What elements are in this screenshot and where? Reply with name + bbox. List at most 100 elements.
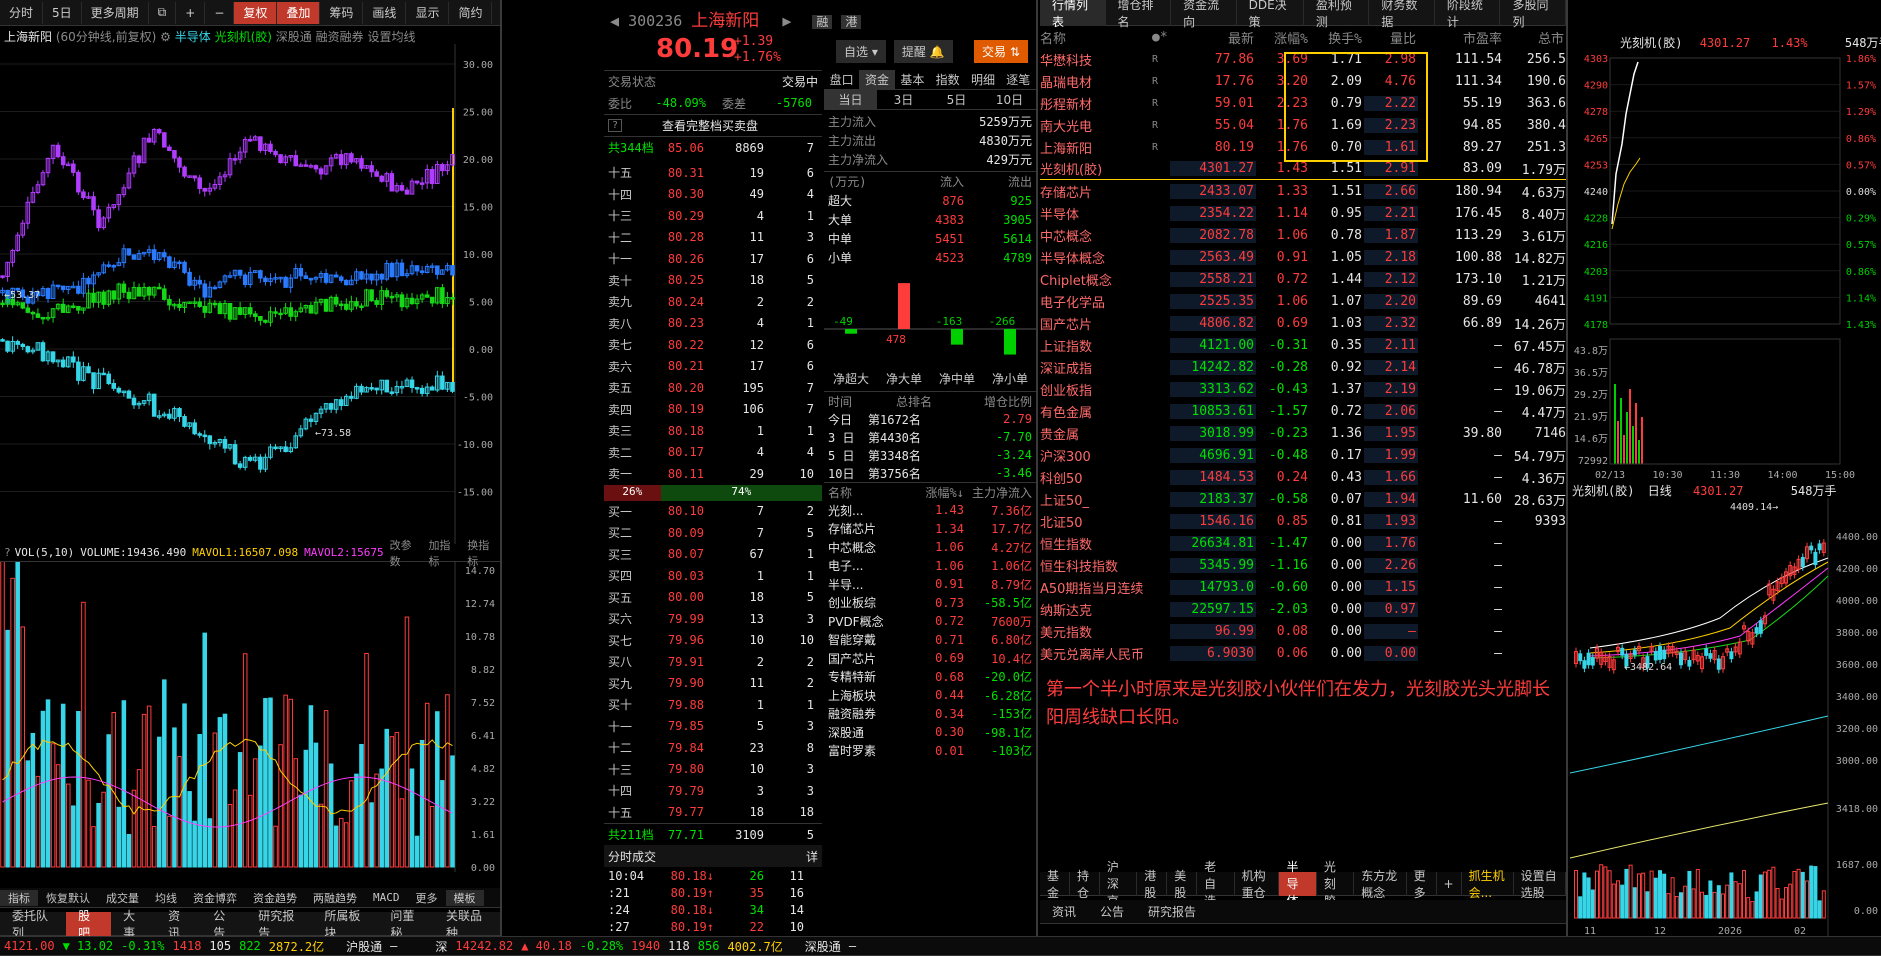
bottom-tab-0[interactable]: 委托队列 bbox=[0, 909, 66, 940]
market-head-0[interactable]: 名称 bbox=[1040, 28, 1152, 47]
market-tab-0[interactable]: 行情列表 bbox=[1040, 0, 1106, 29]
fund-day-2[interactable]: 5日 bbox=[930, 90, 983, 109]
ind-tab-0[interactable]: 指标 bbox=[0, 889, 38, 906]
market-info-tab-2[interactable]: 研究报告 bbox=[1136, 900, 1208, 924]
display-button[interactable]: 显示 bbox=[406, 1, 450, 24]
book-row[interactable]: 十一 80.26 17 6 bbox=[604, 248, 822, 270]
ind-tab-6[interactable]: 两融趋势 bbox=[305, 890, 365, 906]
market-row[interactable]: 中芯概念 2082.78 1.06 0.78 1.87 113.29 3.61万 bbox=[1040, 224, 1566, 246]
book-row[interactable]: 十二 79.84 23 8 bbox=[604, 737, 822, 759]
ind-tab-4[interactable]: 资金博弈 bbox=[185, 890, 245, 906]
full-book-link[interactable]: ? 查看完整档买卖盘 bbox=[604, 114, 822, 136]
link-margin[interactable]: 融资融券 bbox=[316, 30, 364, 44]
bottom-tab-4[interactable]: 公告 bbox=[201, 909, 246, 940]
market-tab-3[interactable]: DDE决策 bbox=[1237, 0, 1304, 29]
fund-tab-0[interactable]: 盘口 bbox=[824, 70, 859, 89]
ind-tab-1[interactable]: 恢复默认 bbox=[38, 890, 98, 906]
ind-tab-9[interactable]: 模板 bbox=[445, 889, 484, 906]
market-row[interactable]: 沪深300 4696.91 -0.48 0.17 1.99 — 54.79万 bbox=[1040, 444, 1566, 466]
link-sgt[interactable]: 深股通 bbox=[276, 30, 312, 44]
book-row[interactable]: 买十 79.88 1 1 bbox=[604, 694, 822, 716]
market-bottom-tab-7[interactable]: 半导体 bbox=[1279, 860, 1317, 908]
market-bottom-tab-12[interactable]: 抓生机会... bbox=[1462, 869, 1514, 900]
book-row[interactable]: 卖九 80.24 2 2 bbox=[604, 291, 822, 313]
fund-tab-1[interactable]: 资金 bbox=[859, 70, 895, 89]
market-tab-5[interactable]: 财务数据 bbox=[1369, 0, 1435, 29]
sector-row[interactable]: 存储芯片 1.34 17.7亿 bbox=[824, 520, 1036, 539]
sector-row[interactable]: 深股通 0.30 -98.1亿 bbox=[824, 723, 1036, 742]
market-row[interactable]: 上证50_ 2183.37 -0.58 0.07 1.94 11.60 28.63万 bbox=[1040, 488, 1566, 510]
sector-row[interactable]: 创业板综 0.73 -58.5亿 bbox=[824, 594, 1036, 613]
book-row[interactable]: 买二 80.09 7 5 bbox=[604, 522, 822, 544]
market-head-3[interactable]: 涨幅% bbox=[1256, 28, 1310, 47]
sector-row[interactable]: 上海板块 0.44 -6.28亿 bbox=[824, 686, 1036, 705]
fund-day-1[interactable]: 3日 bbox=[877, 90, 930, 109]
minus-icon[interactable]: − bbox=[205, 1, 235, 24]
market-bottom-tab-0[interactable]: 基金 bbox=[1040, 869, 1070, 900]
book-row[interactable]: 十三 80.29 4 1 bbox=[604, 205, 822, 227]
market-row[interactable]: 南大光电 R 55.04 1.76 1.69 2.23 94.85 380.4 bbox=[1040, 114, 1566, 136]
market-info-tab-1[interactable]: 公告 bbox=[1088, 900, 1136, 924]
sector-head[interactable]: 主力净流入 bbox=[964, 484, 1032, 501]
fuquan-button[interactable]: 复权 bbox=[234, 1, 278, 24]
overlay-semiconductor[interactable]: 半导体 bbox=[175, 30, 211, 44]
market-head-1[interactable]: ●* bbox=[1152, 30, 1170, 45]
book-row[interactable]: 买九 79.90 11 2 bbox=[604, 673, 822, 695]
market-head-6[interactable]: 市盈率 bbox=[1418, 28, 1504, 47]
overlay-button[interactable]: 叠加 bbox=[277, 1, 321, 24]
bottom-tab-5[interactable]: 研究报告 bbox=[246, 909, 312, 940]
book-row[interactable]: 十一 79.85 5 3 bbox=[604, 716, 822, 738]
sector-head[interactable]: 名称 bbox=[828, 484, 896, 501]
book-row[interactable]: 买六 79.99 13 3 bbox=[604, 608, 822, 630]
book-row[interactable]: 买八 79.91 2 2 bbox=[604, 651, 822, 673]
sector-head[interactable]: 涨幅%↓ bbox=[896, 484, 964, 501]
bottom-tab-7[interactable]: 问董秘 bbox=[378, 909, 434, 940]
market-row[interactable]: 晶瑞电材 R 17.76 3.20 2.09 4.76 111.34 190.6 bbox=[1040, 70, 1566, 92]
market-tab-6[interactable]: 阶段统计 bbox=[1435, 0, 1501, 29]
tab-5day[interactable]: 5日 bbox=[43, 1, 82, 24]
book-row[interactable]: 十四 79.79 3 3 bbox=[604, 780, 822, 802]
market-row[interactable]: A50期指当月连续 14793.0 -0.60 0.00 1.15 — bbox=[1040, 576, 1566, 598]
draw-line-button[interactable]: 画线 bbox=[363, 1, 407, 24]
market-row[interactable]: 深证成指 14242.82 -0.28 0.92 2.14 — 46.78万 bbox=[1040, 356, 1566, 378]
book-row[interactable]: 卖二 80.17 4 4 bbox=[604, 442, 822, 464]
market-row[interactable]: 存储芯片 2433.07 1.33 1.51 2.66 180.94 4.63万 bbox=[1040, 180, 1566, 202]
hide-button[interactable]: 隐藏 bbox=[492, 2, 500, 24]
market-bottom-tab-13[interactable]: 设置自选股 bbox=[1514, 869, 1566, 900]
bottom-tab-1[interactable]: 股吧 bbox=[66, 909, 112, 940]
market-bottom-tab-6[interactable]: 机构重仓 bbox=[1235, 869, 1280, 900]
daily-kline-chart[interactable]: 4400.00 4200.00 4000.00 3800.00 3600.00 3400.… bbox=[1570, 498, 1881, 936]
next-stock-icon[interactable]: ▶ bbox=[782, 12, 791, 30]
market-row[interactable]: 美元兑离岸人民币 6.9030 0.06 0.00 0.00 — bbox=[1040, 642, 1566, 664]
sector-row[interactable]: 国产芯片 0.69 10.4亿 bbox=[824, 649, 1036, 668]
book-row[interactable]: 卖七 80.22 12 6 bbox=[604, 334, 822, 356]
market-row[interactable]: 半导体概念 2563.49 0.91 1.05 2.18 100.88 14.82万 bbox=[1040, 246, 1566, 268]
prev-stock-icon[interactable]: ◀ bbox=[610, 12, 619, 30]
sector-row[interactable]: 智能穿戴 0.71 6.80亿 bbox=[824, 631, 1036, 650]
book-row[interactable]: 卖八 80.23 4 1 bbox=[604, 313, 822, 335]
trade-button[interactable]: 交易 ⇅ bbox=[974, 40, 1028, 63]
book-row[interactable]: 卖一 80.11 29 10 bbox=[604, 463, 822, 485]
market-row[interactable]: 国产芯片 4806.82 0.69 1.03 2.32 66.89 14.26万 bbox=[1040, 312, 1566, 334]
sector-row[interactable]: PVDF概念 0.72 7600万 bbox=[824, 612, 1036, 631]
bottom-tab-2[interactable]: 大事 bbox=[111, 909, 156, 940]
market-bottom-tab-1[interactable]: 持仓 bbox=[1070, 869, 1100, 900]
fund-day-0[interactable]: 当日 bbox=[824, 90, 877, 109]
kline-chart[interactable]: 30.00 25.00 20.00 15.00 10.00 5.00 0.00 -5.00 -1… bbox=[0, 44, 500, 544]
market-row[interactable]: 北证50 1546.16 0.85 0.81 1.93 — 9393 bbox=[1040, 510, 1566, 532]
sector-row[interactable]: 光刻... 1.43 7.36亿 bbox=[824, 501, 1036, 520]
ticks-detail-button[interactable]: 详 bbox=[806, 848, 818, 865]
fund-tab-4[interactable]: 明细 bbox=[965, 70, 1000, 89]
market-head-7[interactable]: 总市 bbox=[1504, 28, 1566, 47]
market-bottom-tab-2[interactable]: 沪深京 bbox=[1100, 860, 1138, 908]
market-tab-7[interactable]: 多股同列 bbox=[1500, 0, 1566, 29]
market-row[interactable]: Chiplet概念 2558.21 0.72 1.44 2.12 173.10 1.21万 bbox=[1040, 268, 1566, 290]
market-row[interactable]: 有色金属 10853.61 -1.57 0.72 2.06 — 4.47万 bbox=[1040, 400, 1566, 422]
ind-tab-8[interactable]: 更多 bbox=[408, 890, 446, 906]
book-row[interactable]: 十五 79.77 18 18 bbox=[604, 802, 822, 824]
market-head-5[interactable]: 量比 bbox=[1364, 28, 1418, 47]
market-row[interactable]: 半导体 2354.22 1.14 0.95 2.21 176.45 8.40万 bbox=[1040, 202, 1566, 224]
book-row[interactable]: 买七 79.96 10 10 bbox=[604, 630, 822, 652]
ind-tab-2[interactable]: 成交量 bbox=[98, 890, 147, 906]
sector-row[interactable]: 电子... 1.06 1.06亿 bbox=[824, 557, 1036, 576]
